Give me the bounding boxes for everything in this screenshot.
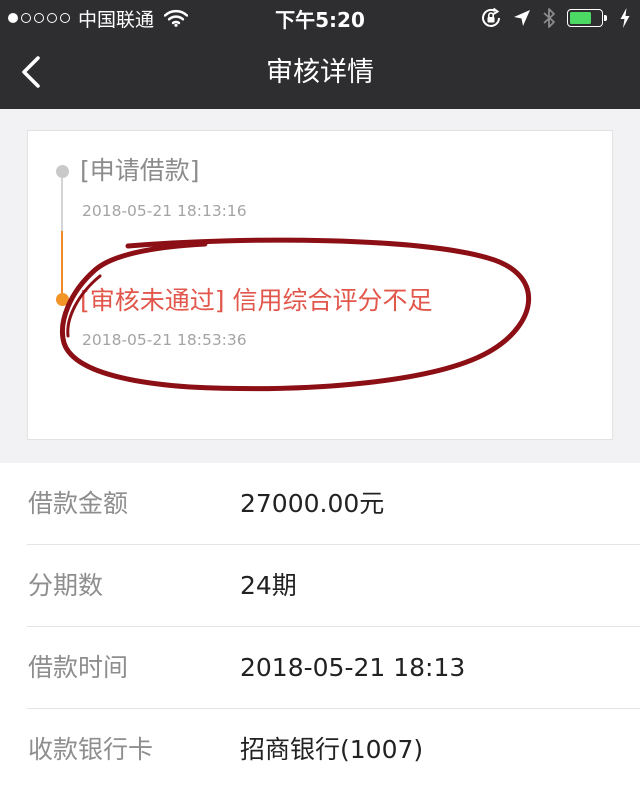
battery-tip <box>604 15 607 21</box>
detail-row-time: 借款时间 2018-05-21 18:13 <box>0 627 640 709</box>
signal-dot <box>60 13 70 23</box>
timeline-entry-apply-title: [申请借款] <box>80 156 200 185</box>
timeline-connector-active <box>61 231 63 297</box>
signal-dot <box>47 13 57 23</box>
timeline-entry-rejected-time: 2018-05-21 18:53:36 <box>82 331 247 349</box>
status-bar-left: 中国联通 <box>8 6 189 31</box>
charging-bolt-icon <box>620 8 630 28</box>
detail-row-amount: 借款金额 27000.00元 <box>0 463 640 545</box>
back-button[interactable] <box>14 52 54 92</box>
timeline-dot-applied <box>56 165 69 178</box>
detail-label: 收款银行卡 <box>28 735 154 764</box>
detail-row-bank-card: 收款银行卡 招商银行(1007) <box>0 709 640 791</box>
battery-icon <box>567 9 609 27</box>
wifi-icon <box>164 9 189 27</box>
signal-dots-icon <box>8 13 70 23</box>
page-title: 审核详情 <box>266 57 374 88</box>
review-timeline-card: [申请借款] 2018-05-21 18:13:16 [审核未通过] 信用综合评… <box>27 130 613 440</box>
signal-dot <box>21 13 31 23</box>
bluetooth-icon <box>543 8 555 28</box>
signal-dot <box>8 13 18 23</box>
detail-row-installments: 分期数 24期 <box>0 545 640 627</box>
detail-value: 24期 <box>240 571 297 600</box>
signal-dot <box>34 13 44 23</box>
location-arrow-icon <box>514 10 530 26</box>
battery-level <box>570 12 591 24</box>
detail-value: 2018-05-21 18:13 <box>240 653 466 682</box>
detail-value: 27000.00元 <box>240 489 385 518</box>
timeline-entry-rejected-title: [审核未通过] 信用综合评分不足 <box>80 286 433 315</box>
timeline-connector <box>61 173 63 231</box>
detail-value: 招商银行(1007) <box>240 735 424 764</box>
nav-bar: 审核详情 <box>0 36 640 109</box>
carrier-name: 中国联通 <box>78 8 155 31</box>
chevron-left-icon <box>22 56 40 88</box>
status-bar: 中国联通 下午5:20 <box>0 0 640 36</box>
orientation-lock-icon <box>482 7 500 27</box>
detail-label: 借款金额 <box>28 489 129 518</box>
timeline-entry-apply-time: 2018-05-21 18:13:16 <box>82 202 247 220</box>
status-bar-right <box>480 6 630 30</box>
detail-label: 分期数 <box>28 571 104 600</box>
timeline-dot-rejected <box>56 293 69 306</box>
loan-details-list: 借款金额 27000.00元 分期数 24期 借款时间 2018-05-21 1… <box>0 463 640 793</box>
detail-label: 借款时间 <box>28 653 129 682</box>
